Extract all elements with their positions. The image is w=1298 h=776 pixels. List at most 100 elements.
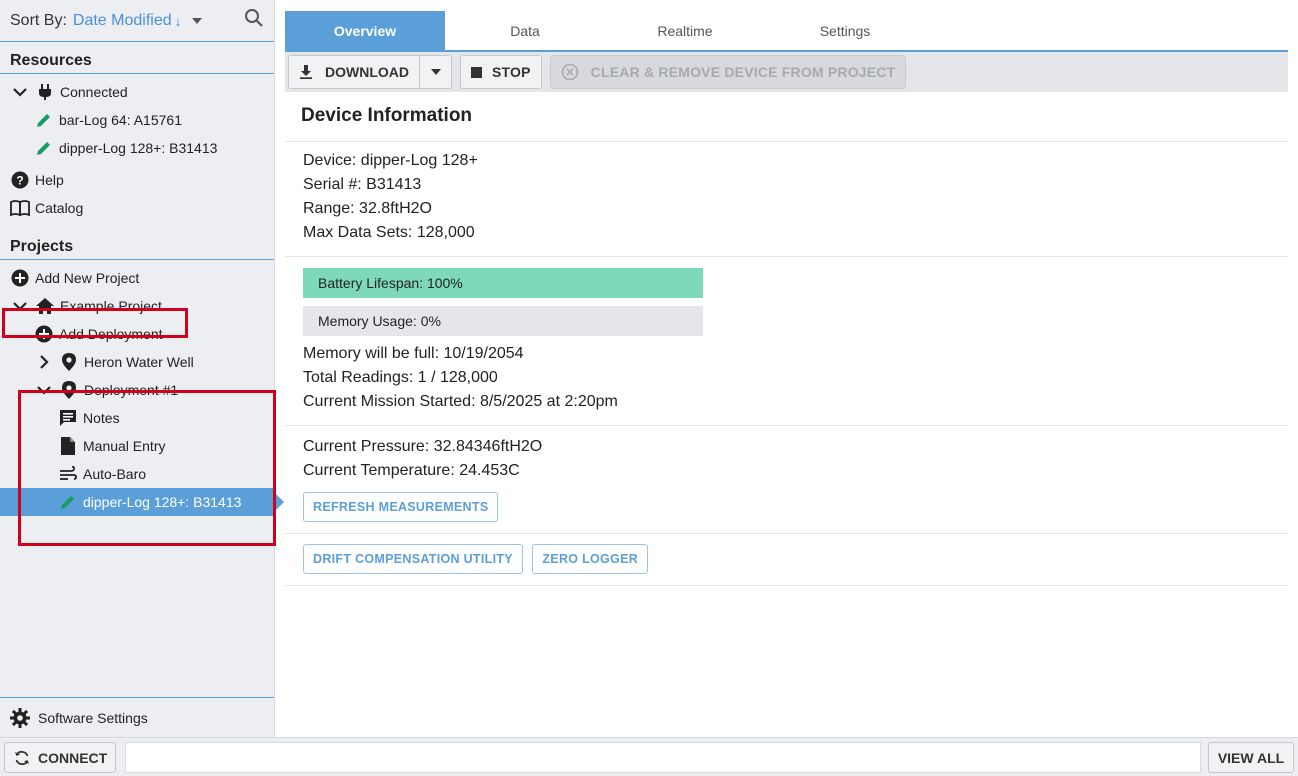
add-circle-icon [10, 268, 30, 288]
sidebar-item-connected[interactable]: Connected [0, 78, 274, 106]
sync-icon [14, 750, 30, 766]
download-split-button: DOWNLOAD [288, 55, 452, 89]
sidebar-item-label: dipper-Log 128+: B31413 [59, 140, 218, 156]
current-temperature: Current Temperature: 24.453C [303, 462, 520, 479]
sidebar-item-label: Example Project [60, 298, 162, 314]
sidebar-item-label: Add Deployment [59, 326, 163, 342]
document-icon [58, 436, 78, 456]
refresh-measurements-button[interactable]: REFRESH MEASUREMENTS [303, 492, 499, 522]
software-settings-button[interactable]: Software Settings [0, 697, 274, 737]
sidebar-item-add-deployment[interactable]: Add Deployment [0, 320, 274, 348]
utilities-section: DRIFT COMPENSATION UTILITY ZERO LOGGER [285, 534, 1288, 586]
status-input[interactable] [125, 742, 1201, 773]
home-icon [35, 296, 55, 316]
sidebar-item-label: dipper-Log 128+: B31413 [83, 494, 242, 510]
download-button[interactable]: DOWNLOAD [289, 56, 419, 88]
sidebar-item-device-2[interactable]: dipper-Log 128+: B31413 [0, 134, 274, 162]
book-open-icon [10, 198, 30, 218]
sidebar-item-add-project[interactable]: Add New Project [0, 264, 274, 292]
connect-label: CONNECT [38, 749, 108, 766]
wind-icon [58, 464, 78, 484]
chevron-right-icon[interactable] [34, 352, 54, 372]
pencil-icon [34, 138, 54, 158]
notes-icon [58, 408, 78, 428]
sidebar-item-help[interactable]: ? Help [0, 166, 274, 194]
sort-by-label: Sort By: [10, 11, 67, 29]
clear-remove-device-button[interactable]: CLEAR & REMOVE DEVICE FROM PROJECT [549, 55, 907, 89]
current-pressure: Current Pressure: 32.84346ftH2O [303, 438, 543, 455]
sidebar-item-label: Auto-Baro [83, 466, 147, 482]
gear-icon [10, 707, 32, 729]
sidebar-item-selected-device[interactable]: dipper-Log 128+: B31413 [0, 488, 284, 516]
download-icon [299, 65, 313, 79]
sort-direction-icon[interactable]: ↓ [175, 13, 182, 29]
plug-icon [35, 82, 55, 102]
sidebar-item-label: Catalog [35, 200, 84, 216]
sidebar-item-label: Help [35, 172, 64, 188]
svg-text:?: ? [16, 174, 23, 188]
clear-remove-label: CLEAR & REMOVE DEVICE FROM PROJECT [590, 64, 896, 80]
tab-overview[interactable]: Overview [285, 11, 445, 51]
sidebar-item-example-project[interactable]: Example Project [0, 292, 274, 320]
device-max-data-sets: Max Data Sets: 128,000 [303, 224, 475, 241]
device-information-title: Device Information [285, 92, 1288, 142]
device-details-section: Device: dipper-Log 128+ Serial #: B31413… [285, 142, 1288, 257]
sidebar-item-label: Manual Entry [83, 438, 166, 454]
stop-label: STOP [492, 64, 531, 80]
toolbar: DOWNLOAD STOP CLEAR & REMOVE DEVICE FROM… [285, 52, 1288, 92]
sidebar-item-label: Add New Project [35, 270, 140, 286]
chevron-down-icon[interactable] [10, 296, 30, 316]
device-serial: Serial #: B31413 [303, 176, 422, 193]
sidebar-item-catalog[interactable]: Catalog [0, 194, 274, 222]
pencil-icon [34, 110, 54, 130]
memory-usage-bar: Memory Usage: 0% [303, 306, 703, 336]
cancel-circle-icon [561, 63, 579, 81]
zero-logger-button[interactable]: ZERO LOGGER [532, 544, 649, 574]
help-icon: ? [10, 170, 30, 190]
stop-icon [471, 66, 482, 78]
tab-realtime[interactable]: Realtime [605, 11, 765, 51]
chevron-down-icon[interactable] [191, 17, 202, 24]
tab-settings[interactable]: Settings [765, 11, 925, 51]
tab-data[interactable]: Data [445, 11, 605, 51]
sort-by-select[interactable]: Date Modified [73, 12, 172, 30]
drift-compensation-button[interactable]: DRIFT COMPENSATION UTILITY [303, 544, 523, 574]
sidebar-item-device-1[interactable]: bar-Log 64: A15761 [0, 106, 274, 134]
sidebar-item-manual-entry[interactable]: Manual Entry [0, 432, 274, 460]
mission-started: Current Mission Started: 8/5/2025 at 2:2… [303, 393, 618, 410]
download-label: DOWNLOAD [325, 64, 409, 80]
sidebar-item-label: Notes [83, 410, 120, 426]
sidebar-item-deployment-1[interactable]: Deployment #1 [0, 376, 274, 404]
total-readings: Total Readings: 1 / 128,000 [303, 369, 498, 386]
battery-lifespan-bar: Battery Lifespan: 100% [303, 268, 703, 298]
chevron-down-icon[interactable] [10, 82, 30, 102]
memory-full-date: Memory will be full: 10/19/2054 [303, 345, 524, 362]
chevron-down-icon[interactable] [34, 380, 54, 400]
sidebar-item-auto-baro[interactable]: Auto-Baro [0, 460, 274, 488]
search-icon[interactable] [244, 8, 264, 33]
sidebar-item-label: Deployment #1 [84, 382, 179, 398]
memory-usage-label: Memory Usage: 0% [318, 313, 441, 329]
sidebar-item-heron-water-well[interactable]: Heron Water Well [0, 348, 274, 376]
sidebar-item-label: bar-Log 64: A15761 [59, 112, 182, 128]
tab-bar: Overview Data Realtime Settings [285, 0, 1288, 52]
stop-button[interactable]: STOP [460, 55, 542, 89]
sort-bar: Sort By: Date Modified ↓ [0, 0, 274, 42]
bottom-bar: CONNECT VIEW ALL [0, 737, 1298, 776]
resources-heading: Resources [0, 42, 274, 74]
sidebar: Sort By: Date Modified ↓ Resources Conne… [0, 0, 284, 737]
chevron-down-icon [430, 69, 441, 75]
pencil-icon [58, 492, 78, 512]
map-pin-icon [59, 352, 79, 372]
software-settings-label: Software Settings [38, 709, 148, 726]
sidebar-item-label: Heron Water Well [84, 354, 194, 370]
main-panel: Overview Data Realtime Settings DOWNLOAD… [285, 0, 1288, 737]
download-options-button[interactable] [419, 56, 451, 88]
battery-lifespan-label: Battery Lifespan: 100% [318, 275, 463, 291]
view-all-button[interactable]: VIEW ALL [1208, 742, 1294, 773]
device-range: Range: 32.8ftH2O [303, 200, 432, 217]
connect-button[interactable]: CONNECT [4, 742, 116, 773]
map-pin-icon [59, 380, 79, 400]
measurements-section: Current Pressure: 32.84346ftH2O Current … [285, 426, 1288, 534]
sidebar-item-notes[interactable]: Notes [0, 404, 274, 432]
